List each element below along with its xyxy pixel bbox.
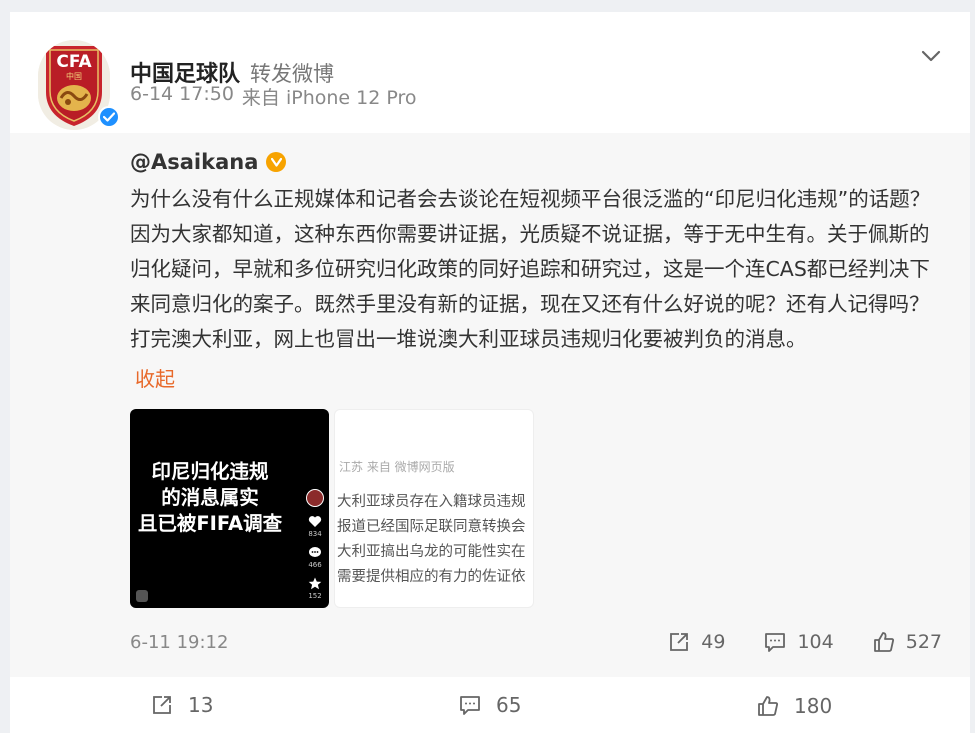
- repost-text: 为什么没有什么正规媒体和记者会去谈论在短视频平台很泛滥的“印尼归化违规”的话题？…: [130, 187, 931, 351]
- chevron-down-icon[interactable]: [920, 48, 942, 64]
- comment-icon: [460, 696, 480, 715]
- video-caption: 印尼归化违规 的消息属实 且已被FIFA调查: [130, 459, 290, 537]
- repost-share-count: 49: [701, 631, 726, 653]
- comment-count: 65: [496, 693, 522, 717]
- post-date[interactable]: 6-14 17:50: [130, 83, 234, 110]
- video-thumbnail[interactable]: 印尼归化违规 的消息属实 且已被FIFA调查 834 466 152: [130, 409, 329, 608]
- video-fav-count: 152: [308, 592, 322, 600]
- action-bar: 13 65 180: [10, 689, 970, 725]
- video-caption-line-2: 的消息属实: [161, 486, 259, 509]
- share-button[interactable]: 13: [150, 693, 213, 717]
- reposted-weibo: @Asaikana 为什么没有什么正规媒体和记者会去谈论在短视频平台很泛滥的“印…: [10, 133, 970, 677]
- gold-verified-icon: [266, 152, 287, 172]
- repost-footer: 6-11 19:12 49 104 527: [130, 630, 942, 654]
- verified-icon: [98, 106, 120, 128]
- video-author-avatar: [306, 489, 324, 507]
- like-count: 180: [794, 694, 833, 718]
- share-count: 13: [188, 693, 214, 717]
- repost-author-name[interactable]: @Asaikana: [130, 150, 258, 174]
- post-source: 来自 iPhone 12 Pro: [241, 87, 417, 109]
- collapse-link[interactable]: 收起: [135, 363, 175, 392]
- heart-icon: [308, 516, 322, 527]
- share-icon: [153, 696, 171, 714]
- screenshot-thumbnail[interactable]: 江苏 来自 微博网页版 大利亚球员存在入籍球员违规 报道已经国际足联同意转换会 …: [334, 409, 534, 608]
- star-icon: [308, 577, 322, 590]
- thumbs-up-icon: [758, 696, 779, 716]
- avatar[interactable]: CFA 中国: [38, 40, 120, 130]
- screenshot-header: 江苏 来自 微博网页版: [339, 460, 455, 474]
- like-button[interactable]: 180: [756, 694, 832, 718]
- screenshot-line: 报道已经国际足联同意转换会: [337, 519, 526, 535]
- svg-text:中国: 中国: [66, 71, 82, 81]
- thumbs-up-icon: [873, 632, 894, 652]
- screenshot-line: 大利亚搞出乌龙的可能性实在: [337, 544, 526, 560]
- share-icon: [670, 633, 689, 651]
- repost-share-button[interactable]: 49: [667, 630, 725, 654]
- repost-comment-count: 104: [797, 631, 834, 653]
- comment-icon: [765, 633, 786, 652]
- repost-like-count: 527: [905, 631, 942, 653]
- repost-date[interactable]: 6-11 19:12: [130, 632, 629, 653]
- video-caption-line-1: 印尼归化违规: [151, 460, 269, 483]
- repost-comment-button[interactable]: 104: [763, 630, 834, 654]
- comment-button[interactable]: 65: [458, 693, 521, 717]
- svg-text:CFA: CFA: [56, 52, 92, 72]
- weibo-card: CFA 中国 中国足球队 转发微博 6-14 17:50 来自 iPhone 1…: [10, 12, 970, 733]
- video-watermark-icon: [136, 590, 148, 602]
- video-like-count: 834: [308, 530, 322, 538]
- repost-like-button[interactable]: 527: [872, 630, 942, 654]
- video-side-actions: 834 466 152: [305, 489, 325, 600]
- repost-author-line: @Asaikana: [130, 150, 287, 174]
- post-meta: 6-14 17:50 来自 iPhone 12 Pro: [130, 83, 417, 110]
- comment-bubble-icon: [309, 547, 321, 557]
- screenshot-line: 需要提供相应的有力的佐证依: [337, 569, 526, 585]
- video-comment-count: 466: [308, 561, 322, 569]
- video-caption-line-3: 且已被FIFA调查: [137, 512, 283, 535]
- screenshot-line: 大利亚球员存在入籍球员违规: [337, 494, 526, 510]
